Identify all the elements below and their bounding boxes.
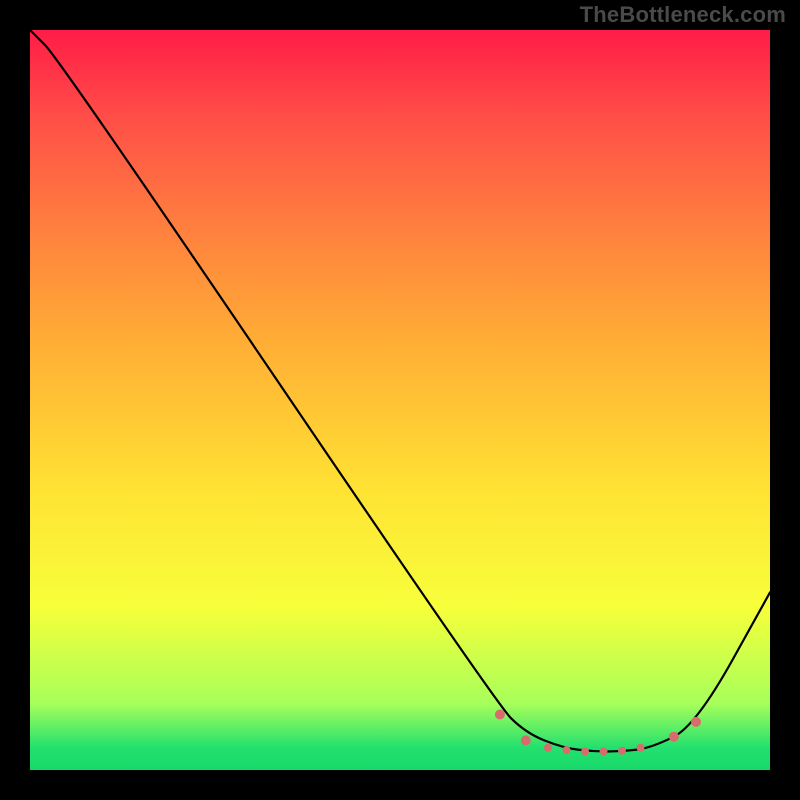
highlight-dot: [669, 732, 679, 742]
curve-svg: [30, 30, 770, 770]
highlight-dot: [495, 710, 505, 720]
plot-area: [30, 30, 770, 770]
marker-group: [495, 710, 701, 756]
highlight-dot: [691, 717, 701, 727]
bottleneck-curve: [30, 30, 770, 752]
chart-frame: TheBottleneck.com: [0, 0, 800, 800]
highlight-dot: [600, 748, 608, 756]
highlight-dot: [521, 735, 531, 745]
highlight-dot: [637, 744, 645, 752]
watermark-text: TheBottleneck.com: [580, 2, 786, 28]
highlight-dot: [544, 744, 552, 752]
highlight-dot: [618, 747, 626, 755]
highlight-dot: [581, 748, 589, 756]
highlight-dot: [563, 746, 571, 754]
